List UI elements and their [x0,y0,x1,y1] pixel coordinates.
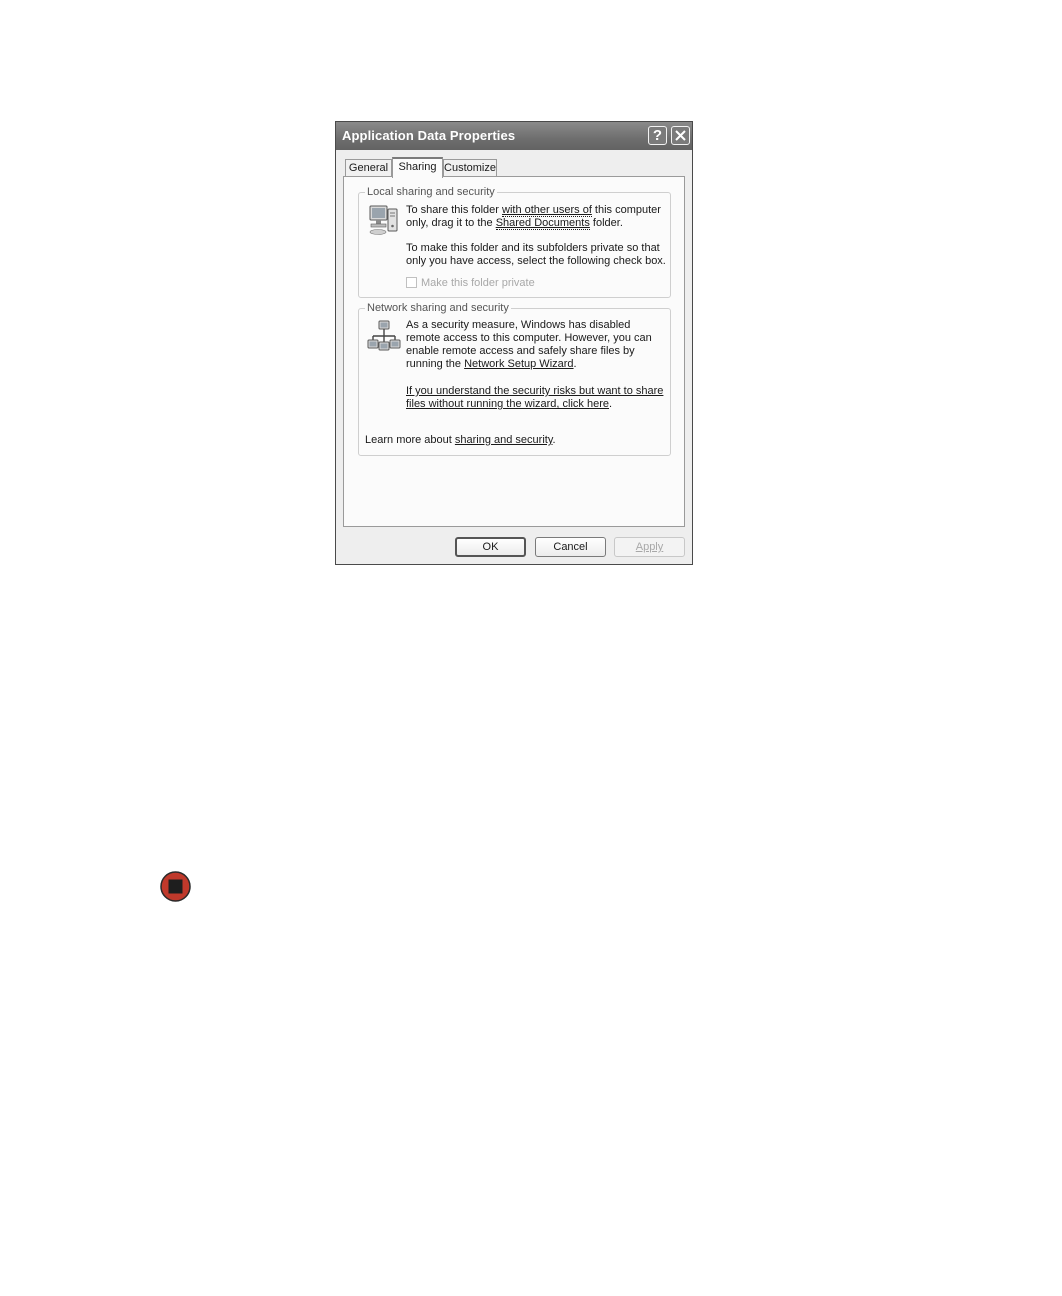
computer-icon [369,205,398,235]
close-button[interactable] [671,126,690,145]
make-private-label: Make this folder private [421,277,535,289]
learn-more-text: Learn more about sharing and security. [365,434,556,446]
network-icon [367,320,401,351]
shared-documents-link[interactable]: Shared Documents [495,217,590,230]
apply-label: Apply [635,541,664,553]
network-sharing-group: Network sharing and security As a securi… [358,301,671,456]
local-sharing-legend: Local sharing and security [365,185,497,199]
tab-sharing[interactable]: Sharing [392,157,443,178]
learn-more-suffix: . [552,434,556,446]
local-text-prefix: To share this folder [406,204,502,216]
local-sharing-description: To share this folder with other users of… [406,204,666,230]
wizard-suffix: . [573,358,577,370]
make-private-checkbox-row[interactable]: Make this folder private [406,277,535,291]
risk-suffix: . [608,398,613,410]
stop-icon [160,871,191,902]
title-bar[interactable]: Application Data Properties ? [336,122,692,150]
learn-more-prefix: Learn more about [365,434,455,446]
private-folder-description: To make this folder and its subfolders p… [406,242,666,267]
network-sharing-description: As a security measure, Windows has disab… [406,319,666,371]
security-risks-link[interactable]: If you understand the security risks but… [406,385,663,410]
local-text-suffix: folder. [589,217,623,229]
make-private-checkbox[interactable] [406,277,417,288]
window-title: Application Data Properties [342,128,516,143]
local-sharing-group: Local sharing and security To share this… [358,185,671,298]
network-sharing-legend: Network sharing and security [365,301,511,315]
help-button[interactable]: ? [648,126,667,145]
properties-dialog: Application Data Properties ? General Sh… [335,121,693,565]
sharing-and-security-link[interactable]: sharing and security [455,434,553,446]
network-setup-wizard-link[interactable]: Network Setup Wizard [464,358,573,370]
sharing-tab-panel: Local sharing and security To share this… [343,176,685,527]
help-icon: ? [652,127,663,144]
close-icon [675,130,686,141]
other-users-link[interactable]: with other users of [502,204,592,217]
apply-button[interactable]: Apply [614,537,685,557]
tab-customize[interactable]: Customize [443,159,497,177]
tab-general[interactable]: General [345,159,392,177]
cancel-button[interactable]: Cancel [535,537,606,557]
security-risk-text: If you understand the security risks but… [406,385,666,411]
ok-button[interactable]: OK [455,537,526,557]
